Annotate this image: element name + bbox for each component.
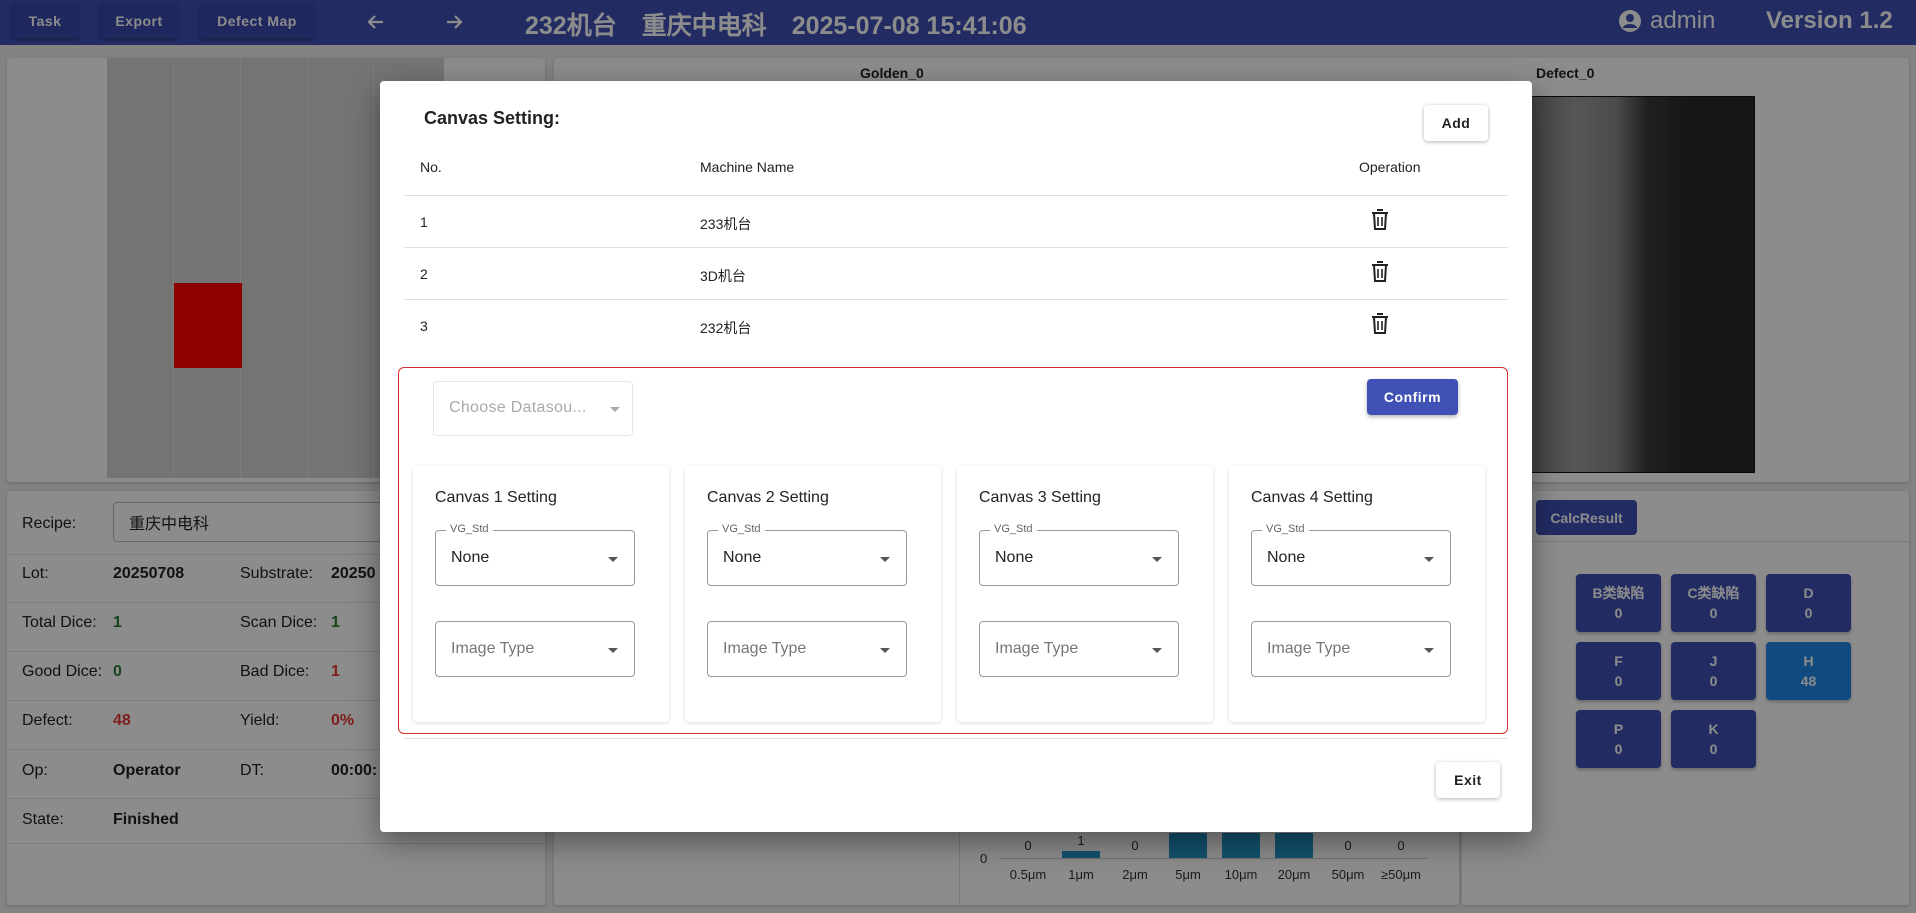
field-placeholder: Image Type	[451, 640, 535, 657]
canvas-4-card: Canvas 4 Setting VG_Std None Image Type	[1229, 466, 1485, 722]
col-machine-header: Machine Name	[700, 159, 795, 175]
exit-button[interactable]: Exit	[1436, 762, 1500, 798]
chevron-down-icon	[1424, 648, 1434, 653]
chevron-down-icon	[1152, 648, 1162, 653]
field-legend: VG_Std	[990, 523, 1037, 535]
field-value: None	[723, 549, 762, 566]
field-placeholder: Image Type	[995, 640, 1079, 657]
col-operation-header: Operation	[1359, 159, 1421, 175]
row-machine-name: 233机台	[700, 216, 752, 232]
field-legend: VG_Std	[718, 523, 765, 535]
canvas-2-vg-select[interactable]: VG_Std None	[707, 523, 907, 586]
canvas-2-card: Canvas 2 Setting VG_Std None Image Type	[685, 466, 941, 722]
canvas-3-vg-select[interactable]: VG_Std None	[979, 523, 1179, 586]
canvas-3-title: Canvas 3 Setting	[979, 489, 1101, 506]
dialog-title: Canvas Setting:	[424, 108, 561, 128]
trash-icon[interactable]	[1371, 313, 1389, 335]
add-button[interactable]: Add	[1424, 105, 1488, 141]
canvas-1-image-type-select[interactable]: Image Type	[435, 621, 635, 677]
row-no: 3	[420, 318, 428, 334]
canvas-settings-area: Choose Datasou... Confirm Canvas 1 Setti…	[398, 367, 1508, 734]
canvas-2-title: Canvas 2 Setting	[707, 489, 829, 506]
chevron-down-icon	[608, 648, 618, 653]
field-placeholder: Image Type	[1267, 640, 1351, 657]
trash-icon[interactable]	[1371, 209, 1389, 231]
col-no-header: No.	[420, 159, 442, 175]
canvas-4-image-type-select[interactable]: Image Type	[1251, 621, 1451, 677]
row-machine-name: 232机台	[700, 320, 752, 336]
chevron-down-icon	[880, 648, 890, 653]
datasource-placeholder: Choose Datasou...	[449, 399, 587, 416]
field-value: None	[1267, 549, 1306, 566]
row-no: 2	[420, 266, 428, 282]
row-no: 1	[420, 214, 428, 230]
chevron-down-icon	[1152, 557, 1162, 562]
canvas-4-title: Canvas 4 Setting	[1251, 489, 1373, 506]
trash-icon[interactable]	[1371, 261, 1389, 283]
field-value: None	[995, 549, 1034, 566]
canvas-3-card: Canvas 3 Setting VG_Std None Image Type	[957, 466, 1213, 722]
canvas-1-card: Canvas 1 Setting VG_Std None Image Type	[413, 466, 669, 722]
datasource-select[interactable]: Choose Datasou...	[433, 381, 633, 436]
chevron-down-icon	[880, 557, 890, 562]
canvas-1-vg-select[interactable]: VG_Std None	[435, 523, 635, 586]
canvas-1-title: Canvas 1 Setting	[435, 489, 557, 506]
canvas-3-image-type-select[interactable]: Image Type	[979, 621, 1179, 677]
canvas-setting-dialog: Canvas Setting: Add No. Machine Name Ope…	[380, 81, 1532, 832]
confirm-button[interactable]: Confirm	[1367, 379, 1458, 415]
chevron-down-icon	[608, 557, 618, 562]
field-value: None	[451, 549, 490, 566]
field-legend: VG_Std	[1262, 523, 1309, 535]
field-placeholder: Image Type	[723, 640, 807, 657]
chevron-down-icon	[1424, 557, 1434, 562]
canvas-2-image-type-select[interactable]: Image Type	[707, 621, 907, 677]
canvas-4-vg-select[interactable]: VG_Std None	[1251, 523, 1451, 586]
row-machine-name: 3D机台	[700, 268, 746, 284]
field-legend: VG_Std	[446, 523, 493, 535]
chevron-down-icon	[610, 407, 620, 412]
